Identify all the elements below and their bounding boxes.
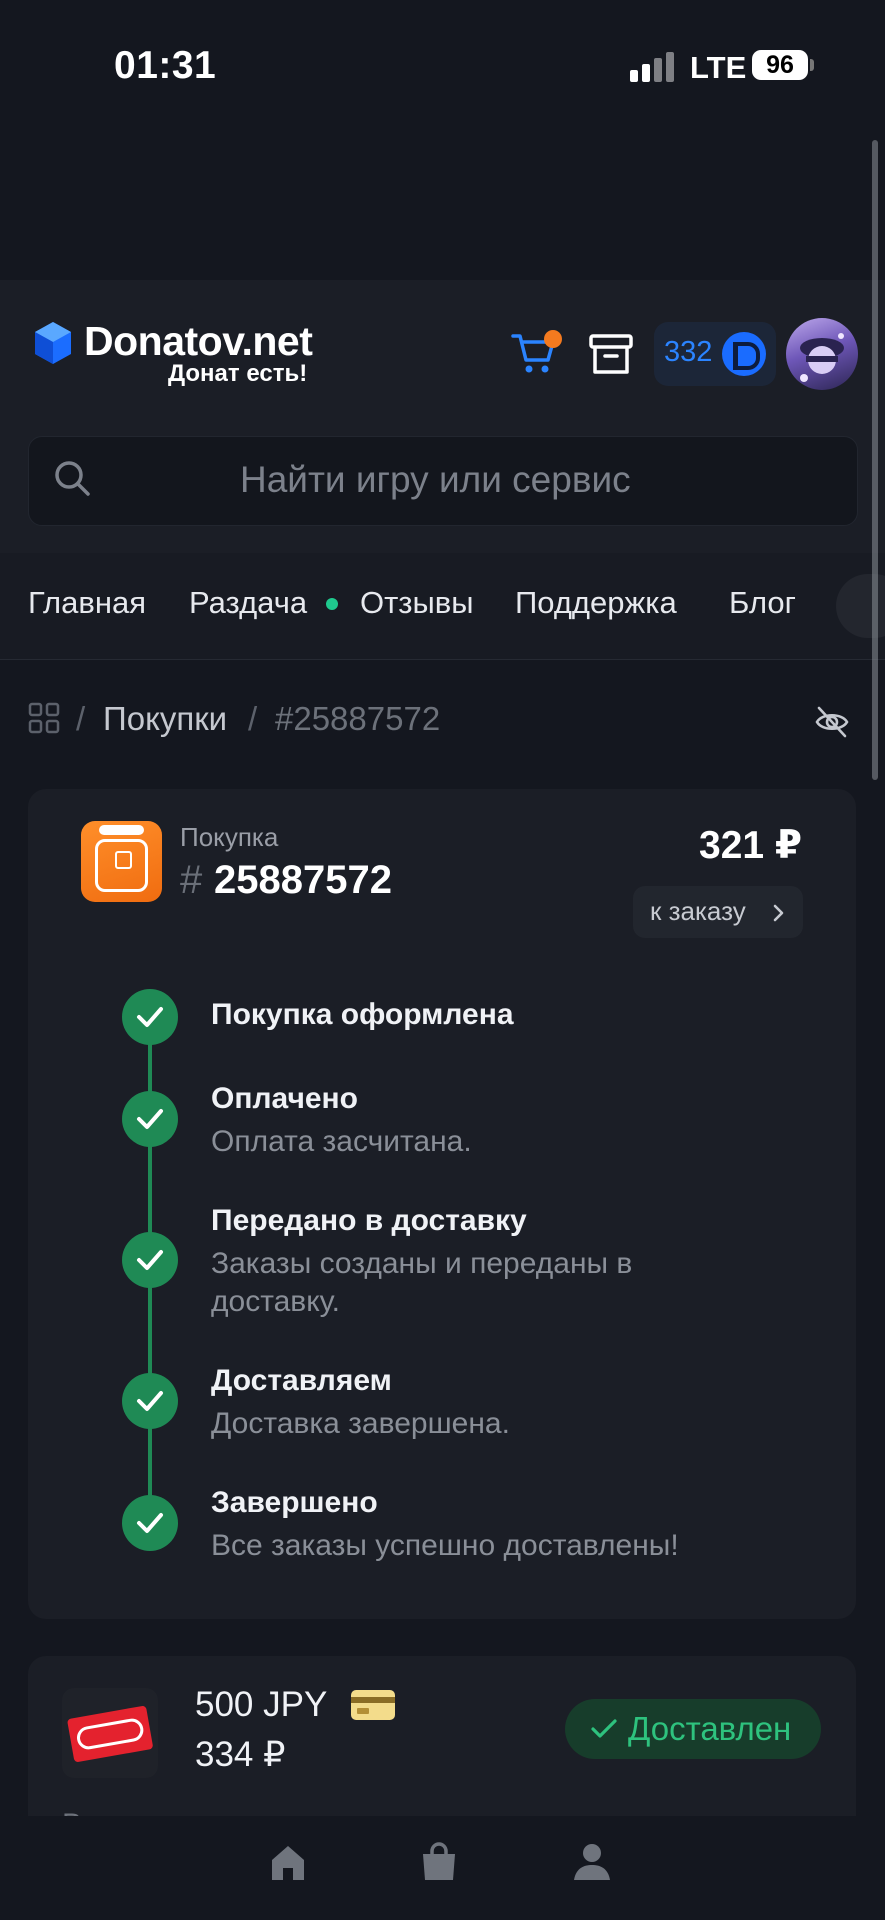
search-placeholder: Найти игру или сервис <box>240 459 631 500</box>
nav-item-reviews[interactable]: Отзывы <box>360 585 474 621</box>
step-title: Оплачено <box>211 1082 358 1115</box>
purchase-number: 25887572 <box>214 858 392 902</box>
credit-card-icon <box>351 1690 395 1720</box>
item-price: 334 ₽ <box>195 1735 286 1774</box>
nav-item-giveaway[interactable]: Раздача <box>189 585 307 621</box>
avatar[interactable] <box>786 318 858 390</box>
breadcrumb-separator: / <box>76 700 86 737</box>
bag-icon[interactable] <box>417 1840 461 1884</box>
breadcrumb-current: #25887572 <box>275 700 441 737</box>
cart-notification-dot <box>544 330 562 348</box>
brand-name[interactable]: Donatov.net <box>84 318 313 365</box>
home-icon[interactable] <box>266 1840 310 1884</box>
breadcrumb-purchases[interactable]: Покупки <box>103 700 227 738</box>
coin-icon <box>722 332 766 376</box>
check-icon <box>122 1495 178 1551</box>
breadcrumb-separator: / <box>248 700 258 737</box>
signal-icon <box>630 52 674 82</box>
balance-value: 332 <box>664 336 713 368</box>
nav-item-support[interactable]: Поддержка <box>515 585 677 621</box>
check-icon <box>122 989 178 1045</box>
check-icon <box>591 1719 617 1738</box>
check-icon <box>122 1232 178 1288</box>
network-type: LTE <box>690 50 747 85</box>
to-order-label: к заказу <box>650 896 746 926</box>
item-thumbnail <box>62 1688 158 1778</box>
purchase-price: 321 ₽ <box>699 824 803 867</box>
logo-icon[interactable] <box>30 320 76 366</box>
item-title: 500 JPY <box>195 1685 328 1724</box>
status-label: Доставлен <box>628 1710 792 1747</box>
eye-off-icon[interactable] <box>814 704 850 740</box>
archive-icon[interactable] <box>588 333 634 375</box>
giveaway-live-dot <box>326 598 338 610</box>
user-icon[interactable] <box>570 1840 614 1884</box>
step-title: Передано в доставку <box>211 1204 527 1237</box>
nav-item-blog[interactable]: Блог <box>729 585 796 621</box>
chevron-right-icon <box>773 904 784 922</box>
purchase-hash: # <box>180 858 203 902</box>
purchase-label: Покупка <box>180 822 279 852</box>
product-thumbnail <box>81 821 162 902</box>
battery-tip <box>810 59 814 71</box>
check-icon <box>122 1091 178 1147</box>
check-icon <box>122 1373 178 1429</box>
step-description: Все заказы успешно доставлены! <box>211 1529 679 1562</box>
step-title: Доставляем <box>211 1364 392 1397</box>
step-description: Оплата засчитана. <box>211 1125 472 1158</box>
status-time: 01:31 <box>114 44 217 87</box>
scrollbar[interactable] <box>872 140 878 780</box>
step-title: Завершено <box>211 1486 378 1519</box>
step-title: Покупка оформлена <box>211 998 514 1031</box>
brand-tagline: Донат есть! <box>168 360 308 387</box>
step-description: Доставка завершена. <box>211 1407 510 1440</box>
step-description: Заказы созданы и переданы в доставку. <box>211 1247 633 1318</box>
grid-icon[interactable] <box>28 702 60 734</box>
battery-icon: 96 <box>752 50 808 80</box>
search-icon <box>55 461 90 496</box>
nav-item-home[interactable]: Главная <box>28 585 146 621</box>
